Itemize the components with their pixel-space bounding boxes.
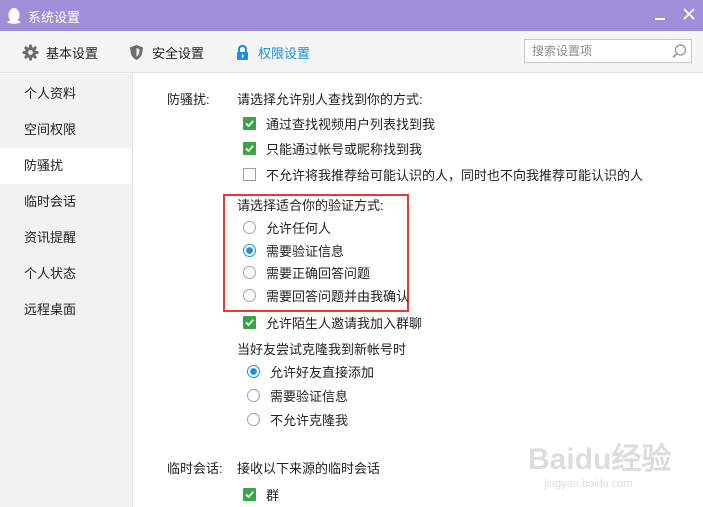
tab-security-settings[interactable]: 安全设置 [128,42,204,62]
section-label-temp-chat: 临时会话: [167,461,223,476]
tab-security-settings-label: 安全设置 [152,45,205,61]
find-option-no-recommend-label: 不允许将我推荐给可能认识的人，同时也不向我推荐可能认识的人 [266,167,644,183]
clone-option-need-message[interactable]: 需要验证信息 [247,386,348,404]
clone-option-disallow-label: 不允许克隆我 [270,412,349,428]
tab-permission-settings[interactable]: 权限设置 [234,42,310,62]
checkbox-unchecked-icon[interactable] [243,167,256,181]
verify-option-anyone[interactable]: 允许任何人 [243,218,331,236]
clone-heading: 当好友尝试克隆我到新帐号时 [237,342,407,357]
verify-option-need-message[interactable]: 需要验证信息 [243,241,344,259]
radio-unselected-icon[interactable] [243,220,256,234]
sidebar-item-space-permission[interactable]: 空间权限 [0,112,132,148]
verify-option-anyone-label: 允许任何人 [266,220,332,236]
search-box [524,39,692,63]
sidebar-item-personal-profile[interactable]: 个人资料 [0,76,132,112]
search-icon[interactable] [671,43,688,60]
find-option-video-list[interactable]: 通过查找视频用户列表找到我 [243,114,435,132]
close-icon[interactable] [680,5,698,23]
tab-basic-settings-label: 基本设置 [46,45,99,61]
tab-permission-settings-label: 权限设置 [258,45,311,61]
sidebar-item-news-alerts[interactable]: 资讯提醒 [0,220,132,256]
find-option-account-nickname[interactable]: 只能通过帐号或昵称找到我 [243,139,422,157]
section-label-anti-harassment: 防骚扰: [167,92,210,107]
radio-unselected-icon[interactable] [243,265,256,279]
tab-basic-settings[interactable]: 基本设置 [22,42,98,62]
find-option-no-recommend[interactable]: 不允许将我推荐给可能认识的人，同时也不向我推荐可能认识的人 [243,165,643,183]
temp-chat-option-group-label: 群 [266,487,280,503]
penguin-logo-icon [7,8,21,24]
clone-option-allow-add-label: 允许好友直接添加 [270,364,375,380]
sidebar-item-temp-chat[interactable]: 临时会话 [0,184,132,220]
sidebar-item-anti-harassment[interactable]: 防骚扰 [0,148,132,184]
settings-sidebar: 个人资料 空间权限 防骚扰 临时会话 资讯提醒 个人状态 远程桌面 [0,74,133,507]
checkbox-checked-icon[interactable] [243,141,256,155]
allow-stranger-group-invite[interactable]: 允许陌生人邀请我加入群聊 [243,313,422,331]
gear-icon [22,44,39,60]
checkbox-checked-icon[interactable] [243,487,256,501]
radio-selected-icon[interactable] [247,364,260,378]
allow-stranger-group-invite-label: 允许陌生人邀请我加入群聊 [266,315,423,331]
verify-option-correct-answer[interactable]: 需要正确回答问题 [243,263,370,281]
verify-option-answer-confirm-label: 需要回答问题并由我确认 [266,288,410,304]
find-option-account-nickname-label: 只能通过帐号或昵称找到我 [266,141,423,157]
radio-unselected-icon[interactable] [247,388,260,402]
temp-chat-option-group[interactable]: 群 [243,485,279,503]
search-input[interactable] [525,40,665,62]
checkbox-checked-icon[interactable] [243,315,256,329]
sidebar-item-remote-desktop[interactable]: 远程桌面 [0,292,132,328]
verify-option-need-message-label: 需要验证信息 [266,243,345,259]
clone-option-allow-add[interactable]: 允许好友直接添加 [247,362,374,380]
settings-content: 防骚扰: 请选择允许别人查找到你的方式: 通过查找视频用户列表找到我 只能通过帐… [134,74,703,507]
minimize-icon[interactable] [651,7,669,23]
window-title: 系统设置 [28,10,81,25]
radio-selected-icon[interactable] [243,243,256,257]
verify-option-answer-confirm[interactable]: 需要回答问题并由我确认 [243,286,409,304]
settings-toolbar: 基本设置 安全设置 权限设置 [0,31,703,73]
verify-method-heading: 请选择适合你的验证方式: [237,198,384,213]
radio-unselected-icon[interactable] [243,288,256,302]
lock-icon [237,44,248,60]
shield-icon [130,44,143,60]
clone-option-need-message-label: 需要验证信息 [270,388,349,404]
find-method-heading: 请选择允许别人查找到你的方式: [237,92,423,107]
clone-option-disallow[interactable]: 不允许克隆我 [247,410,348,428]
find-option-video-list-label: 通过查找视频用户列表找到我 [266,116,436,132]
verify-option-correct-answer-label: 需要正确回答问题 [266,265,371,281]
sidebar-item-personal-status[interactable]: 个人状态 [0,256,132,292]
title-bar: 系统设置 [0,0,703,31]
checkbox-checked-icon[interactable] [243,116,256,130]
temp-chat-heading: 接收以下来源的临时会话 [237,461,381,476]
radio-unselected-icon[interactable] [247,412,260,426]
